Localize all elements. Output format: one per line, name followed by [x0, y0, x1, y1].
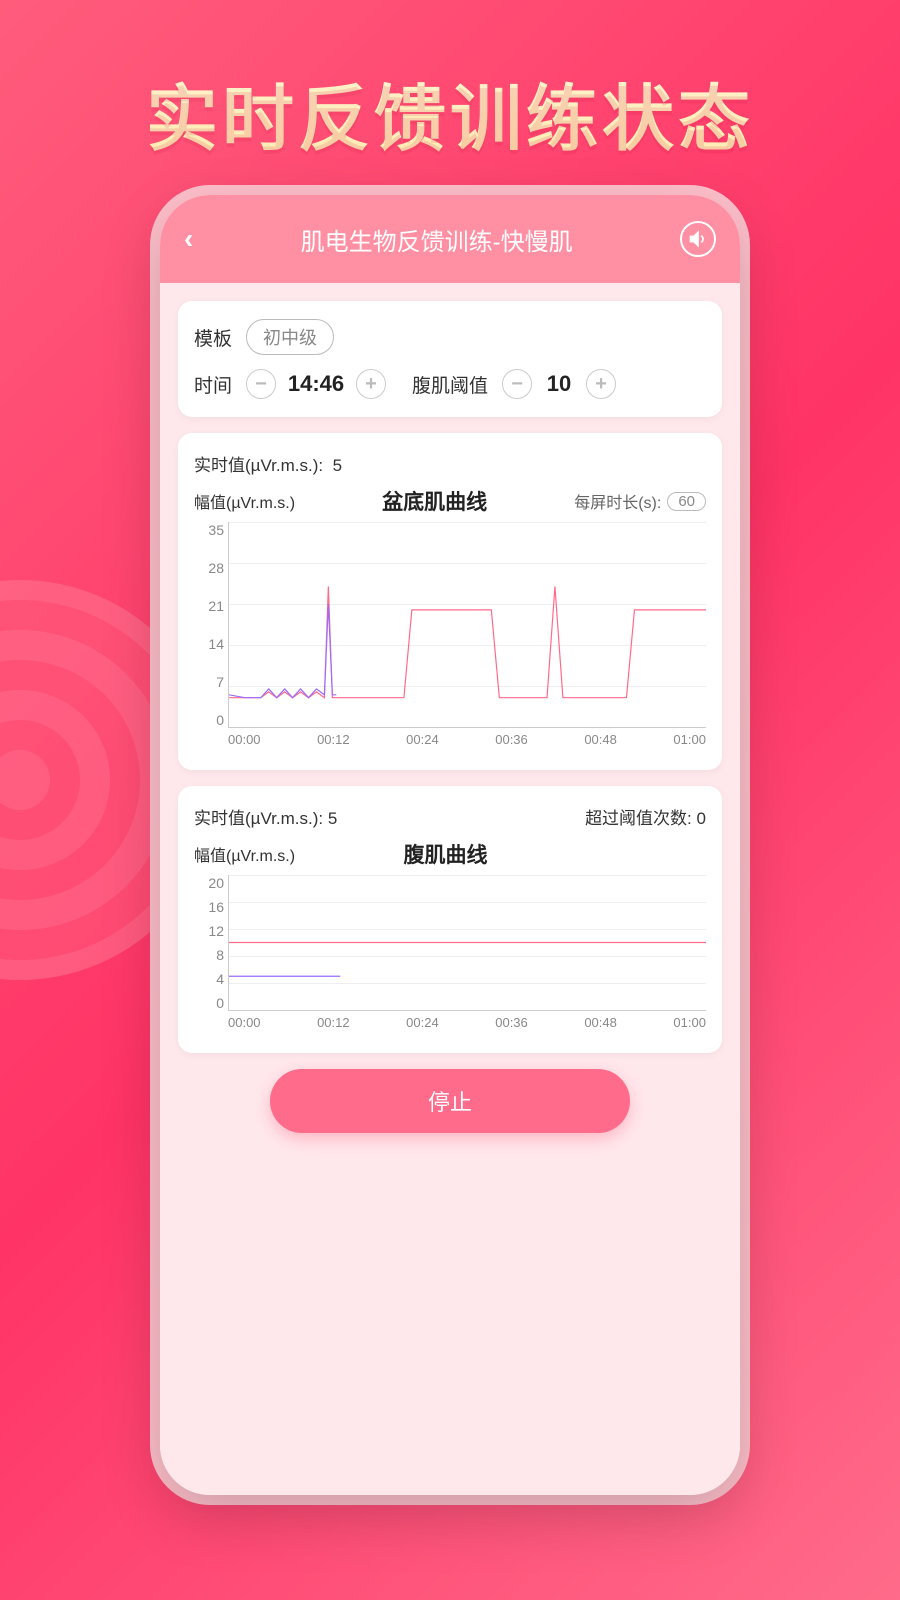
chart1-plot [228, 522, 706, 728]
settings-card: 模板 初中级 时间 − 14:46 + 腹肌阈值 − 10 + [178, 301, 722, 417]
content-area: 模板 初中级 时间 − 14:46 + 腹肌阈值 − 10 + [160, 283, 740, 1495]
chart2-y-axis: 2016 128 40 [194, 875, 224, 1011]
abdomen-threshold-label: 腹肌阈值 [412, 371, 488, 398]
screen-duration-selector[interactable]: 60 [667, 492, 706, 511]
abdomen-chart-card: 实时值(µVr.m.s.): 5 超过阈值次数: 0 幅值(µVr.m.s.) … [178, 786, 722, 1053]
chart1-screen-duration: 每屏时长(s): 60 [574, 489, 706, 513]
chart1-axis-label: 幅值(µVr.m.s.) [194, 489, 295, 513]
time-decrease-button[interactable]: − [246, 369, 276, 399]
time-label: 时间 [194, 371, 232, 398]
time-value: 14:46 [286, 371, 346, 397]
chart1-y-axis: 3528 2114 70 [194, 522, 224, 728]
app-header: ‹ 肌电生物反馈训练-快慢肌 [160, 195, 740, 283]
phone-frame: ‹ 肌电生物反馈训练-快慢肌 模板 初中级 时间 − 14:46 + 腹肌阈值 [160, 195, 740, 1495]
template-selector[interactable]: 初中级 [246, 319, 334, 355]
chart2-plot-area: 2016 128 40 00:0000:12 00:2400:36 00:480… [194, 875, 706, 1035]
pelvic-chart-card: 实时值(µVr.m.s.): 5 幅值(µVr.m.s.) 盆底肌曲线 每屏时长… [178, 433, 722, 770]
chart2-x-axis: 00:0000:12 00:2400:36 00:4801:00 [228, 1015, 706, 1035]
time-increase-button[interactable]: + [356, 369, 386, 399]
chart2-realtime: 实时值(µVr.m.s.): 5 [194, 804, 337, 829]
stop-button[interactable]: 停止 [270, 1069, 630, 1133]
sound-icon[interactable] [680, 221, 716, 257]
threshold-increase-button[interactable]: + [586, 369, 616, 399]
chart2-over-threshold: 超过阈值次数: 0 [585, 804, 706, 829]
template-label: 模板 [194, 324, 232, 351]
chart1-title: 盆底肌曲线 [382, 486, 487, 516]
threshold-decrease-button[interactable]: − [502, 369, 532, 399]
page-title: 肌电生物反馈训练-快慢肌 [301, 222, 573, 257]
abdomen-threshold-stepper: − 10 + [502, 369, 616, 399]
back-icon[interactable]: ‹ [184, 223, 193, 255]
time-stepper: − 14:46 + [246, 369, 386, 399]
chart2-plot [228, 875, 706, 1011]
chart2-axis-label: 幅值(µVr.m.s.) [194, 842, 295, 866]
threshold-value: 10 [542, 371, 576, 397]
chart1-plot-area: 3528 2114 70 00:0000:12 00:2400:36 00:48… [194, 522, 706, 752]
chart1-x-axis: 00:0000:12 00:2400:36 00:4801:00 [228, 732, 706, 752]
chart1-realtime: 实时值(µVr.m.s.): 5 [194, 451, 342, 476]
banner-title: 实时反馈训练状态 [0, 0, 900, 195]
chart2-title: 腹肌曲线 [404, 839, 488, 869]
